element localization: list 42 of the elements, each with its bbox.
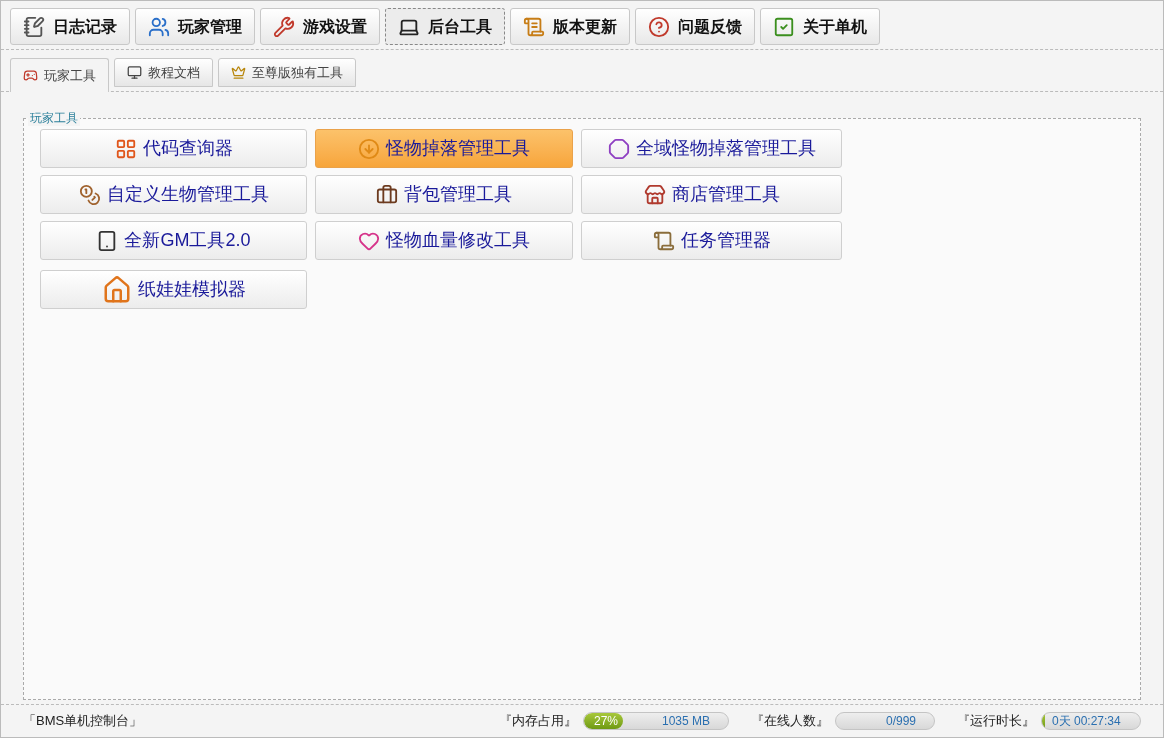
main-tab[interactable]: 玩家管理 [135,8,255,45]
tool-button[interactable]: 背包管理工具 [315,175,573,214]
meter-reading: 1035 MB [661,713,710,729]
tool-button[interactable]: 怪物掉落管理工具 [315,129,573,168]
tool-button[interactable]: 全新GM工具2.0 [40,221,307,260]
people-icon [148,15,170,38]
arrow-circle-icon [358,137,380,160]
question-icon [648,15,670,38]
main-tab[interactable]: 日志记录 [10,8,130,45]
grid-icon [114,137,137,160]
tool-button[interactable]: 任务管理器 [581,221,842,260]
app-name: 「BMS单机控制台」 [23,712,143,731]
meter-label: 『内存占用』 [499,712,577,731]
meter-label: 『在线人数』 [751,712,829,731]
wrench-icon [273,15,295,38]
main-tab[interactable]: 游戏设置 [260,8,380,45]
sub-tab[interactable]: 教程文档 [114,58,213,87]
monitor-icon [127,65,142,80]
tool-button[interactable]: 代码查询器 [40,129,307,168]
meter-label: 『运行时长』 [957,712,1035,731]
tool-button[interactable]: 纸娃娃模拟器 [40,270,307,309]
tool-button[interactable]: 自定义生物管理工具 [40,175,307,214]
crown-icon [231,65,246,80]
main-tab[interactable]: 关于单机 [760,8,880,45]
group-title: 玩家工具 [28,110,80,126]
scroll-icon [523,15,545,38]
scroll-icon [652,229,675,252]
tool-button[interactable]: 商店管理工具 [581,175,842,214]
main-tab[interactable]: 版本更新 [510,8,630,45]
meter-reading: 0天 00:27:34 [1052,713,1121,729]
meter-reading: 0/999 [885,713,916,729]
meter-percent: 27% [594,713,619,729]
main-tab[interactable]: 后台工具 [385,8,505,45]
sub-tab[interactable]: 至尊版独有工具 [218,58,356,87]
shop-icon [643,183,666,206]
notebook-icon [23,15,45,38]
octagon-icon [607,137,630,160]
sub-tab[interactable]: 玩家工具 [10,58,109,92]
tool-button[interactable]: 怪物血量修改工具 [315,221,573,260]
tool-button[interactable]: 全域怪物掉落管理工具 [581,129,842,168]
main-tab[interactable]: 问题反馈 [635,8,755,45]
check-square-icon [773,15,795,38]
